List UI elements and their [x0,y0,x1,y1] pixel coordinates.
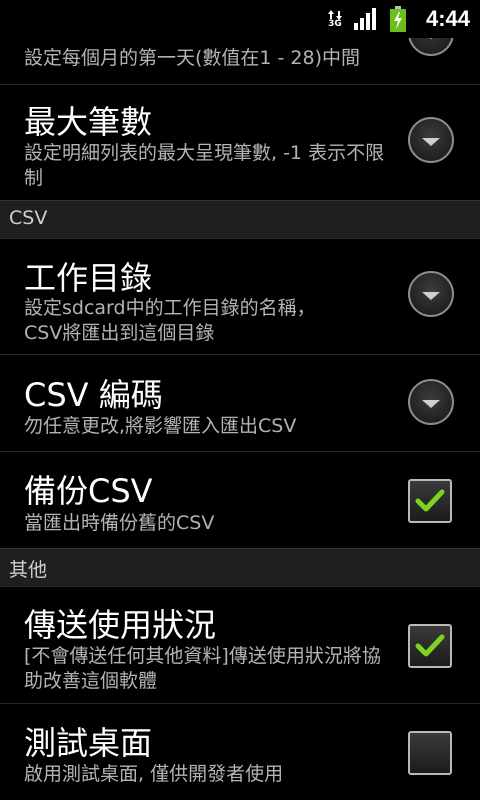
backup-csv-title: 備份CSV [24,472,153,510]
status-time: 4:44 [425,6,470,31]
test-desktop-subtitle: 啟用測試桌面, 僅供開發者使用 [24,763,284,785]
settings-row-csv-encoding[interactable]: CSV 編碼 勿任意更改,將影響匯入匯出CSV [0,354,480,451]
csv-encoding-subtitle: 勿任意更改,將影響匯入匯出CSV [24,415,297,437]
section-header-other: 其他 [0,548,480,586]
max-records-subtitle: 設定明細列表的最大呈現筆數, -1 表示不限制 [24,142,385,189]
settings-row-backup-csv[interactable]: 備份CSV 當匯出時備份舊的CSV [0,451,480,548]
status-bar: 3G 4:44 [0,0,480,38]
section-header-other-label: 其他 [9,559,48,581]
max-records-dropdown-icon[interactable] [408,117,454,163]
backup-csv-checkbox[interactable] [408,479,452,523]
settings-row-send-usage[interactable]: 傳送使用狀況 [不會傳送任何其他資料]傳送使用狀況將協助改善這個軟體 [0,586,480,703]
send-usage-title: 傳送使用狀況 [24,606,217,644]
network-type: 3G [328,18,342,29]
settings-row-work-dir[interactable]: 工作目錄 設定sdcard中的工作目錄的名稱，CSV將匯出到這個目錄 [0,238,480,354]
check-icon [415,634,445,657]
signal-icon [353,8,376,30]
check-icon [415,489,445,512]
backup-csv-subtitle: 當匯出時備份舊的CSV [24,512,215,534]
battery-charging-icon [389,6,406,32]
work-dir-dropdown-icon[interactable] [408,271,454,317]
first-day-subtitle: 設定每個月的第一天(數值在1 - 28)中間 [24,47,361,69]
work-dir-title: 工作目錄 [24,259,153,297]
section-header-csv: CSV [0,200,480,238]
work-dir-subtitle: 設定sdcard中的工作目錄的名稱，CSV將匯出到這個目錄 [24,297,316,344]
csv-encoding-dropdown-icon[interactable] [408,379,454,425]
send-usage-subtitle: [不會傳送任何其他資料]傳送使用狀況將協助改善這個軟體 [24,645,381,692]
test-desktop-title: 測試桌面 [24,724,153,762]
settings-row-test-desktop[interactable]: 測試桌面 啟用測試桌面, 僅供開發者使用 [0,703,480,800]
settings-list: 設定每個月的第一天(數值在1 - 28)中間 最大筆數 設定明細列表的最大呈現筆… [0,0,480,800]
settings-row-max-records[interactable]: 最大筆數 設定明細列表的最大呈現筆數, -1 表示不限制 [0,84,480,200]
data-arrows-icon: 3G [327,9,342,29]
section-header-csv-label: CSV [9,207,48,229]
send-usage-checkbox[interactable] [408,624,452,668]
test-desktop-checkbox[interactable] [408,731,452,775]
max-records-title: 最大筆數 [24,103,153,141]
csv-encoding-title: CSV 編碼 [24,376,163,414]
